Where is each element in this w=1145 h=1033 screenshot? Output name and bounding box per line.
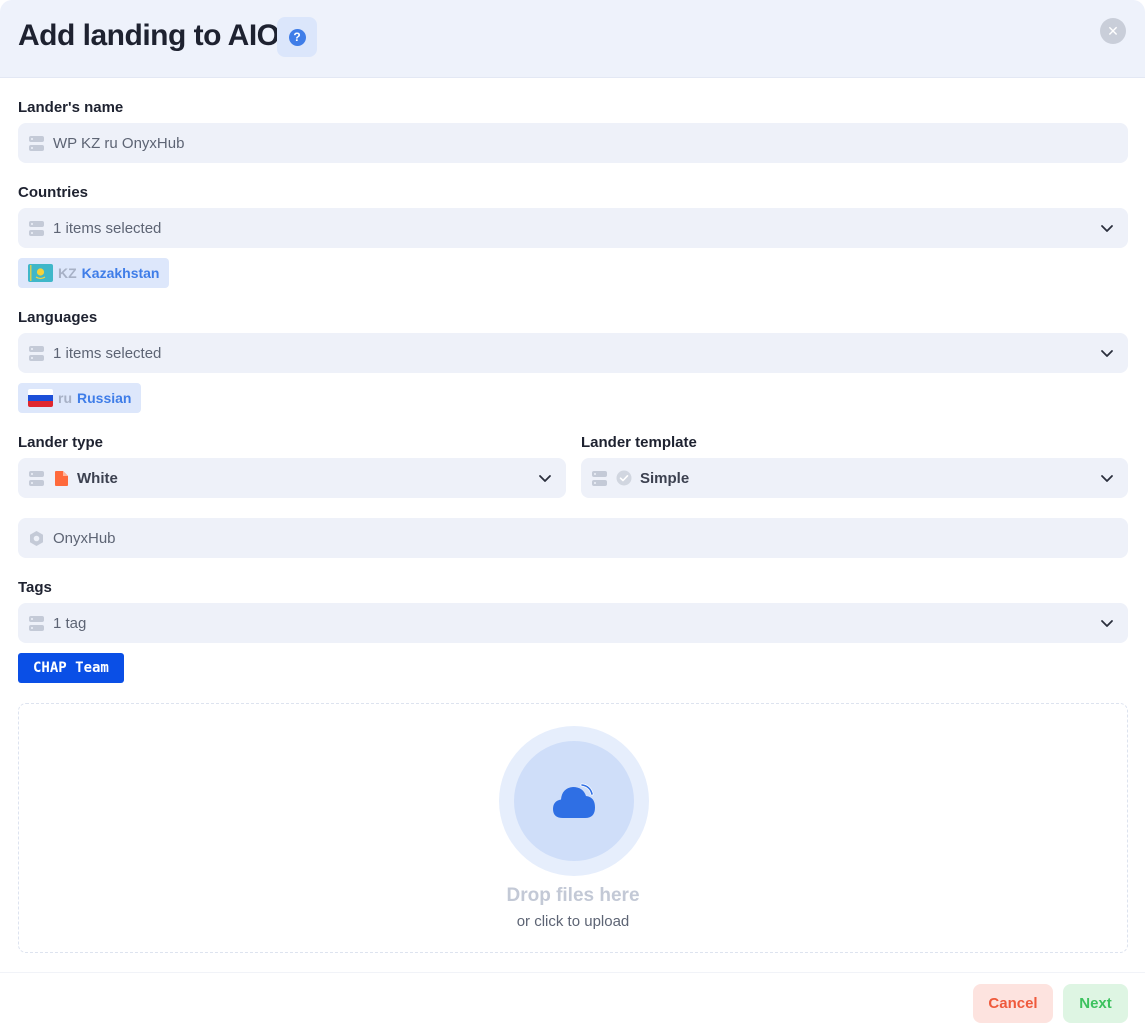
add-landing-dialog: Add landing to AIO ? ✕ Lander's name WP … bbox=[0, 0, 1145, 1033]
dialog-footer: Cancel Next bbox=[0, 972, 1145, 1033]
language-code: ru bbox=[58, 390, 72, 406]
tags-label: Tags bbox=[18, 579, 52, 596]
languages-label: Languages bbox=[18, 309, 98, 326]
database-icon bbox=[592, 470, 607, 486]
team-field[interactable]: OnyxHub bbox=[18, 518, 1128, 558]
dropzone-title: Drop files here bbox=[506, 885, 640, 906]
tags-value: 1 tag bbox=[53, 614, 87, 632]
check-circle-icon bbox=[616, 470, 632, 486]
language-chip-ru[interactable]: ru Russian bbox=[18, 383, 142, 413]
close-button[interactable]: ✕ bbox=[1100, 18, 1126, 44]
language-name: Russian bbox=[77, 390, 132, 406]
lander-name-value: WP KZ ru OnyxHub bbox=[53, 134, 185, 152]
cancel-button[interactable]: Cancel bbox=[973, 984, 1053, 1023]
page-icon bbox=[55, 470, 68, 486]
country-code: KZ bbox=[58, 265, 77, 281]
countries-value: 1 items selected bbox=[53, 219, 162, 237]
dropzone-subtitle: or click to upload bbox=[516, 913, 630, 930]
lander-template-value: Simple bbox=[640, 469, 690, 487]
team-value: OnyxHub bbox=[53, 529, 116, 547]
countries-label: Countries bbox=[18, 184, 89, 201]
database-icon bbox=[29, 220, 44, 236]
hexagon-icon bbox=[30, 530, 43, 546]
dialog-header: Add landing to AIO ? ✕ bbox=[0, 0, 1145, 78]
lander-name-input[interactable]: WP KZ ru OnyxHub bbox=[18, 123, 1128, 163]
upload-icon-container bbox=[499, 726, 649, 876]
database-icon bbox=[29, 470, 44, 486]
languages-value: 1 items selected bbox=[53, 344, 162, 362]
tag-chip[interactable]: CHAP Team bbox=[18, 653, 124, 683]
lander-name-label: Lander's name bbox=[18, 99, 124, 116]
country-chip-kz[interactable]: KZ Kazakhstan bbox=[18, 258, 170, 288]
chevron-down-icon bbox=[1101, 350, 1113, 357]
upload-icon-inner bbox=[514, 741, 634, 861]
kazakhstan-flag-icon bbox=[28, 264, 53, 282]
chevron-down-icon bbox=[539, 475, 551, 482]
lander-template-label: Lander template bbox=[581, 434, 697, 451]
database-icon bbox=[29, 135, 44, 151]
close-icon: ✕ bbox=[1107, 22, 1119, 39]
lander-template-select[interactable]: Simple bbox=[581, 458, 1128, 498]
question-icon: ? bbox=[288, 28, 306, 46]
country-name: Kazakhstan bbox=[81, 265, 160, 281]
next-button[interactable]: Next bbox=[1063, 984, 1128, 1023]
lander-type-value: White bbox=[77, 469, 118, 487]
tags-select[interactable]: 1 tag bbox=[18, 603, 1128, 643]
languages-select[interactable]: 1 items selected bbox=[18, 333, 1128, 373]
lander-type-label: Lander type bbox=[18, 434, 104, 451]
file-dropzone[interactable]: Drop files here or click to upload bbox=[18, 703, 1128, 953]
russia-flag-icon bbox=[28, 389, 53, 407]
cloud-icon bbox=[553, 783, 595, 818]
chevron-down-icon bbox=[1101, 620, 1113, 627]
chevron-down-icon bbox=[1101, 475, 1113, 482]
countries-select[interactable]: 1 items selected bbox=[18, 208, 1128, 248]
database-icon bbox=[29, 345, 44, 361]
lander-type-select[interactable]: White bbox=[18, 458, 566, 498]
chevron-down-icon bbox=[1101, 225, 1113, 232]
dialog-title: Add landing to AIO bbox=[18, 19, 280, 52]
help-button[interactable]: ? bbox=[277, 17, 317, 57]
database-icon bbox=[29, 615, 44, 631]
